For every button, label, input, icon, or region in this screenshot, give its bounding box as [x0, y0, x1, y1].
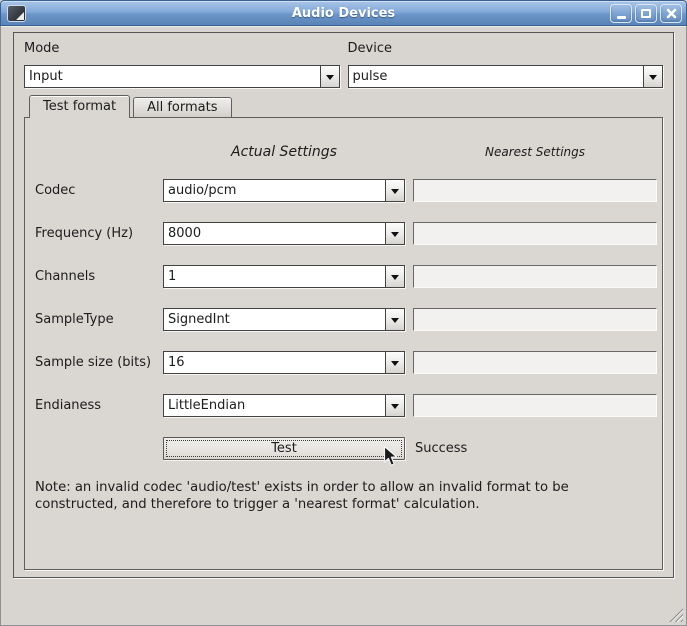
mode-dropdown-button[interactable] — [320, 66, 339, 87]
chevron-down-icon — [391, 189, 399, 198]
window-controls — [610, 4, 682, 23]
tab-test-format[interactable]: Test format — [29, 95, 130, 118]
chevron-down-icon — [391, 361, 399, 370]
chevron-down-icon — [326, 75, 334, 84]
resize-grip[interactable] — [669, 608, 683, 622]
chevron-down-icon — [391, 404, 399, 413]
samplesize-row: Sample size (bits) 16 — [35, 351, 650, 374]
samplesize-dropdown-button[interactable] — [385, 352, 404, 373]
frequency-combobox[interactable]: 8000 — [163, 222, 405, 245]
mode-label: Mode — [24, 41, 340, 56]
codec-combobox-value: audio/pcm — [164, 180, 385, 201]
tab-bar: Test format All formats — [24, 94, 663, 117]
mode-combobox[interactable]: Input — [24, 65, 340, 88]
mode-combobox-value: Input — [25, 66, 320, 87]
mode-group: Mode Input — [24, 41, 340, 88]
device-label: Device — [348, 41, 664, 56]
sampletype-dropdown-button[interactable] — [385, 309, 404, 330]
chevron-down-icon — [391, 275, 399, 284]
channels-row: Channels 1 — [35, 265, 650, 288]
codec-label: Codec — [35, 183, 155, 198]
titlebar[interactable]: Audio Devices — [0, 0, 687, 26]
test-status-label: Success — [413, 441, 657, 456]
audio-devices-window: Audio Devices Mode Input — [0, 0, 687, 626]
codec-combobox[interactable]: audio/pcm — [163, 179, 405, 202]
frequency-row: Frequency (Hz) 8000 — [35, 222, 650, 245]
endianess-combobox[interactable]: LittleEndian — [163, 394, 405, 417]
sampletype-combobox-value: SignedInt — [164, 309, 385, 330]
channels-nearest-field — [413, 265, 657, 288]
codec-nearest-field — [413, 179, 657, 202]
column-headers: Actual Settings Nearest Settings — [35, 144, 650, 160]
frequency-combobox-value: 8000 — [164, 223, 385, 244]
frequency-dropdown-button[interactable] — [385, 223, 404, 244]
channels-label: Channels — [35, 269, 155, 284]
minimize-button[interactable] — [610, 4, 632, 23]
endianess-nearest-field — [413, 394, 657, 417]
sampletype-nearest-field — [413, 308, 657, 331]
chevron-down-icon — [649, 75, 657, 84]
nearest-settings-header: Nearest Settings — [413, 145, 657, 159]
window-content: Mode Input Device pulse — [0, 26, 687, 626]
endianess-label: Endianess — [35, 398, 155, 413]
samplesize-label: Sample size (bits) — [35, 355, 155, 370]
maximize-icon — [641, 9, 651, 18]
samplesize-combobox[interactable]: 16 — [163, 351, 405, 374]
mode-device-row: Mode Input Device pulse — [24, 41, 663, 88]
device-combobox[interactable]: pulse — [348, 65, 664, 88]
chevron-down-icon — [391, 232, 399, 241]
tab-label: Test format — [43, 99, 116, 114]
test-format-pane: Actual Settings Nearest Settings Codec a… — [24, 117, 663, 570]
device-dropdown-button[interactable] — [643, 66, 662, 87]
close-button[interactable] — [660, 4, 682, 23]
channels-combobox-value: 1 — [164, 266, 385, 287]
endianess-dropdown-button[interactable] — [385, 395, 404, 416]
main-frame: Mode Input Device pulse — [13, 32, 674, 578]
minimize-icon — [617, 16, 626, 19]
samplesize-nearest-field — [413, 351, 657, 374]
sampletype-label: SampleType — [35, 312, 155, 327]
endianess-combobox-value: LittleEndian — [164, 395, 385, 416]
tab-label: All formats — [147, 100, 217, 115]
samplesize-combobox-value: 16 — [164, 352, 385, 373]
codec-row: Codec audio/pcm — [35, 179, 650, 202]
frequency-nearest-field — [413, 222, 657, 245]
endianess-row: Endianess LittleEndian — [35, 394, 650, 417]
device-combobox-value: pulse — [349, 66, 644, 87]
test-button[interactable]: Test — [163, 437, 405, 460]
sampletype-row: SampleType SignedInt — [35, 308, 650, 331]
maximize-button[interactable] — [635, 4, 657, 23]
close-icon — [666, 8, 677, 19]
actual-settings-header: Actual Settings — [163, 144, 405, 160]
channels-combobox[interactable]: 1 — [163, 265, 405, 288]
device-group: Device pulse — [348, 41, 664, 88]
sampletype-combobox[interactable]: SignedInt — [163, 308, 405, 331]
channels-dropdown-button[interactable] — [385, 266, 404, 287]
frequency-label: Frequency (Hz) — [35, 226, 155, 241]
window-title: Audio Devices — [1, 6, 686, 21]
note-text: Note: an invalid codec 'audio/test' exis… — [35, 480, 650, 514]
chevron-down-icon — [391, 318, 399, 327]
codec-dropdown-button[interactable] — [385, 180, 404, 201]
tab-all-formats[interactable]: All formats — [133, 97, 231, 117]
test-row: Test Success — [35, 437, 650, 460]
